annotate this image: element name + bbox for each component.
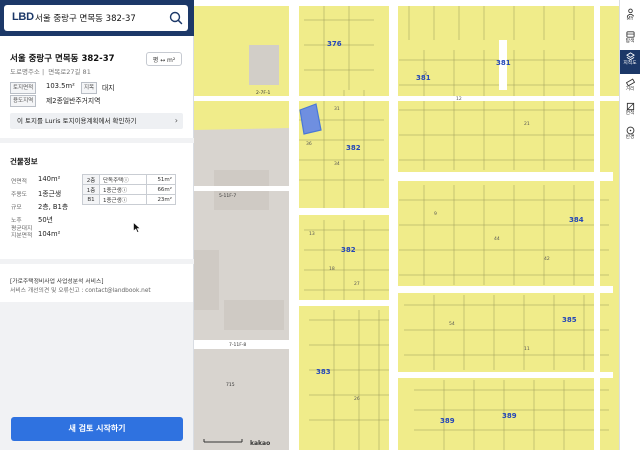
area-icon [626,102,634,111]
sidebar: LBD 서울 중랑구 면목동 382-37 서울 중랑구 면목동 382-37 … [0,0,194,450]
svg-text:34: 34 [334,161,340,167]
search-input[interactable]: 서울 중랑구 면목동 382-37 [35,12,136,24]
map-block-label: 384 [569,216,584,224]
service-contact[interactable]: 서비스 개선의견 및 오류신고 : contact@landbook.net [10,285,151,294]
rail-item-distance[interactable]: 거리 [620,76,640,100]
landuse-value: 대지 [102,84,115,92]
map-block-label: 382 [341,246,356,254]
road-label: 7-11F-8 [229,342,246,348]
search-icon[interactable] [167,9,185,27]
map-canvas[interactable]: 376 381 381 382 382 384 383 385 389 389 … [194,0,619,450]
zone-chip: 용도지역 [10,95,37,107]
radius-icon [626,126,634,135]
rail-item-my[interactable]: MY [620,6,640,30]
divider [0,259,194,264]
layers-icon [625,52,635,61]
building-label: 평균대지 지분면적 [11,226,33,239]
building-value: 1종근생 [38,190,62,198]
map-block-label: 376 [327,40,342,48]
svg-text:11: 11 [524,346,530,352]
map-block-label: 382 [346,144,361,152]
svg-text:3: 3 [424,71,427,77]
search-box[interactable]: LBD 서울 중랑구 면목동 382-37 [4,5,188,31]
building-value: 50년 [38,216,53,224]
map-block-label: 389 [502,412,517,420]
building-info-title: 건물정보 [10,157,38,166]
user-icon [626,8,634,17]
road-label: 5-11F-7 [219,193,236,199]
app: LBD 서울 중랑구 면목동 382-37 서울 중랑구 면목동 382-37 … [0,0,640,450]
table-row: 1층 1종근생ⓘ 66m² [82,184,176,195]
cadastral-map[interactable]: 376 381 381 382 382 384 383 385 389 389 … [194,0,619,450]
landuse-chip: 지목 [81,82,98,94]
map-block-label: 389 [440,417,455,425]
svg-text:12: 12 [456,96,462,102]
unit-toggle-button[interactable]: 평 ↔ m² [146,52,182,66]
map-attribution: kakao [250,440,270,447]
building-value: 140m² [38,175,61,183]
ruler-icon [625,78,635,87]
chevron-right-icon: › [174,116,178,125]
svg-text:44: 44 [494,236,500,242]
svg-text:27: 27 [354,281,360,287]
svg-text:42: 42 [544,256,550,262]
svg-text:13: 13 [309,231,315,237]
logo: LBD [12,11,34,23]
top-bar: LBD 서울 중랑구 면목동 382-37 [0,0,194,36]
area-value: 103.5m² [46,82,75,90]
right-toolbar: MY 탐색 지적도 거리 면적 반경 [619,0,640,450]
rail-item-explore[interactable]: 탐색 [620,28,640,52]
map-block-label: 383 [316,368,331,376]
svg-text:36: 36 [306,141,312,147]
road-label: 2-7F-1 [256,90,271,96]
road-address: 도로명주소 | 면목로27길 81 [10,68,91,76]
svg-text:26: 26 [354,396,360,402]
luris-link-button[interactable]: 이 토지를 Luris 토지이용계획에서 확인하기 › [10,113,183,129]
building-value: 2층, B1층 [38,203,69,211]
table-row: B1 1종근생ⓘ 23m² [82,194,176,205]
road-label: 715 [226,382,235,388]
zone-value: 제2종일반주거지역 [46,97,101,105]
map-block-label: 381 [496,59,511,67]
rail-item-radius[interactable]: 반경 [620,124,640,148]
building-label: 노후 [11,218,22,224]
explore-icon [625,31,635,38]
svg-text:21: 21 [524,121,530,127]
building-label: 규모 [11,205,22,211]
building-value: 104m² [38,230,61,238]
svg-text:9: 9 [434,211,437,217]
service-title: [가로주택정비사업 사업성분석 서비스] [10,279,104,285]
divider [0,138,194,143]
svg-text:31: 31 [334,106,340,112]
svg-text:54: 54 [449,321,455,327]
area-chip: 토지면적 [10,82,37,94]
building-label: 연면적 [11,179,27,185]
rail-item-area[interactable]: 면적 [620,100,640,124]
mouse-cursor-icon [133,222,141,233]
rail-item-cadastral[interactable]: 지적도 [620,50,640,74]
start-new-review-button[interactable]: 새 검토 시작하기 [11,417,183,441]
parcel-title: 서울 중랑구 면목동 382-37 [10,54,115,64]
table-row: 2층 단독주택ⓘ 51m² [82,174,176,185]
floor-table: 2층 단독주택ⓘ 51m² 1층 1종근생ⓘ 66m² B1 1종근생ⓘ 23m… [82,174,176,205]
map-block-label: 385 [562,316,577,324]
svg-text:18: 18 [329,266,335,272]
building-label: 주용도 [11,192,27,198]
